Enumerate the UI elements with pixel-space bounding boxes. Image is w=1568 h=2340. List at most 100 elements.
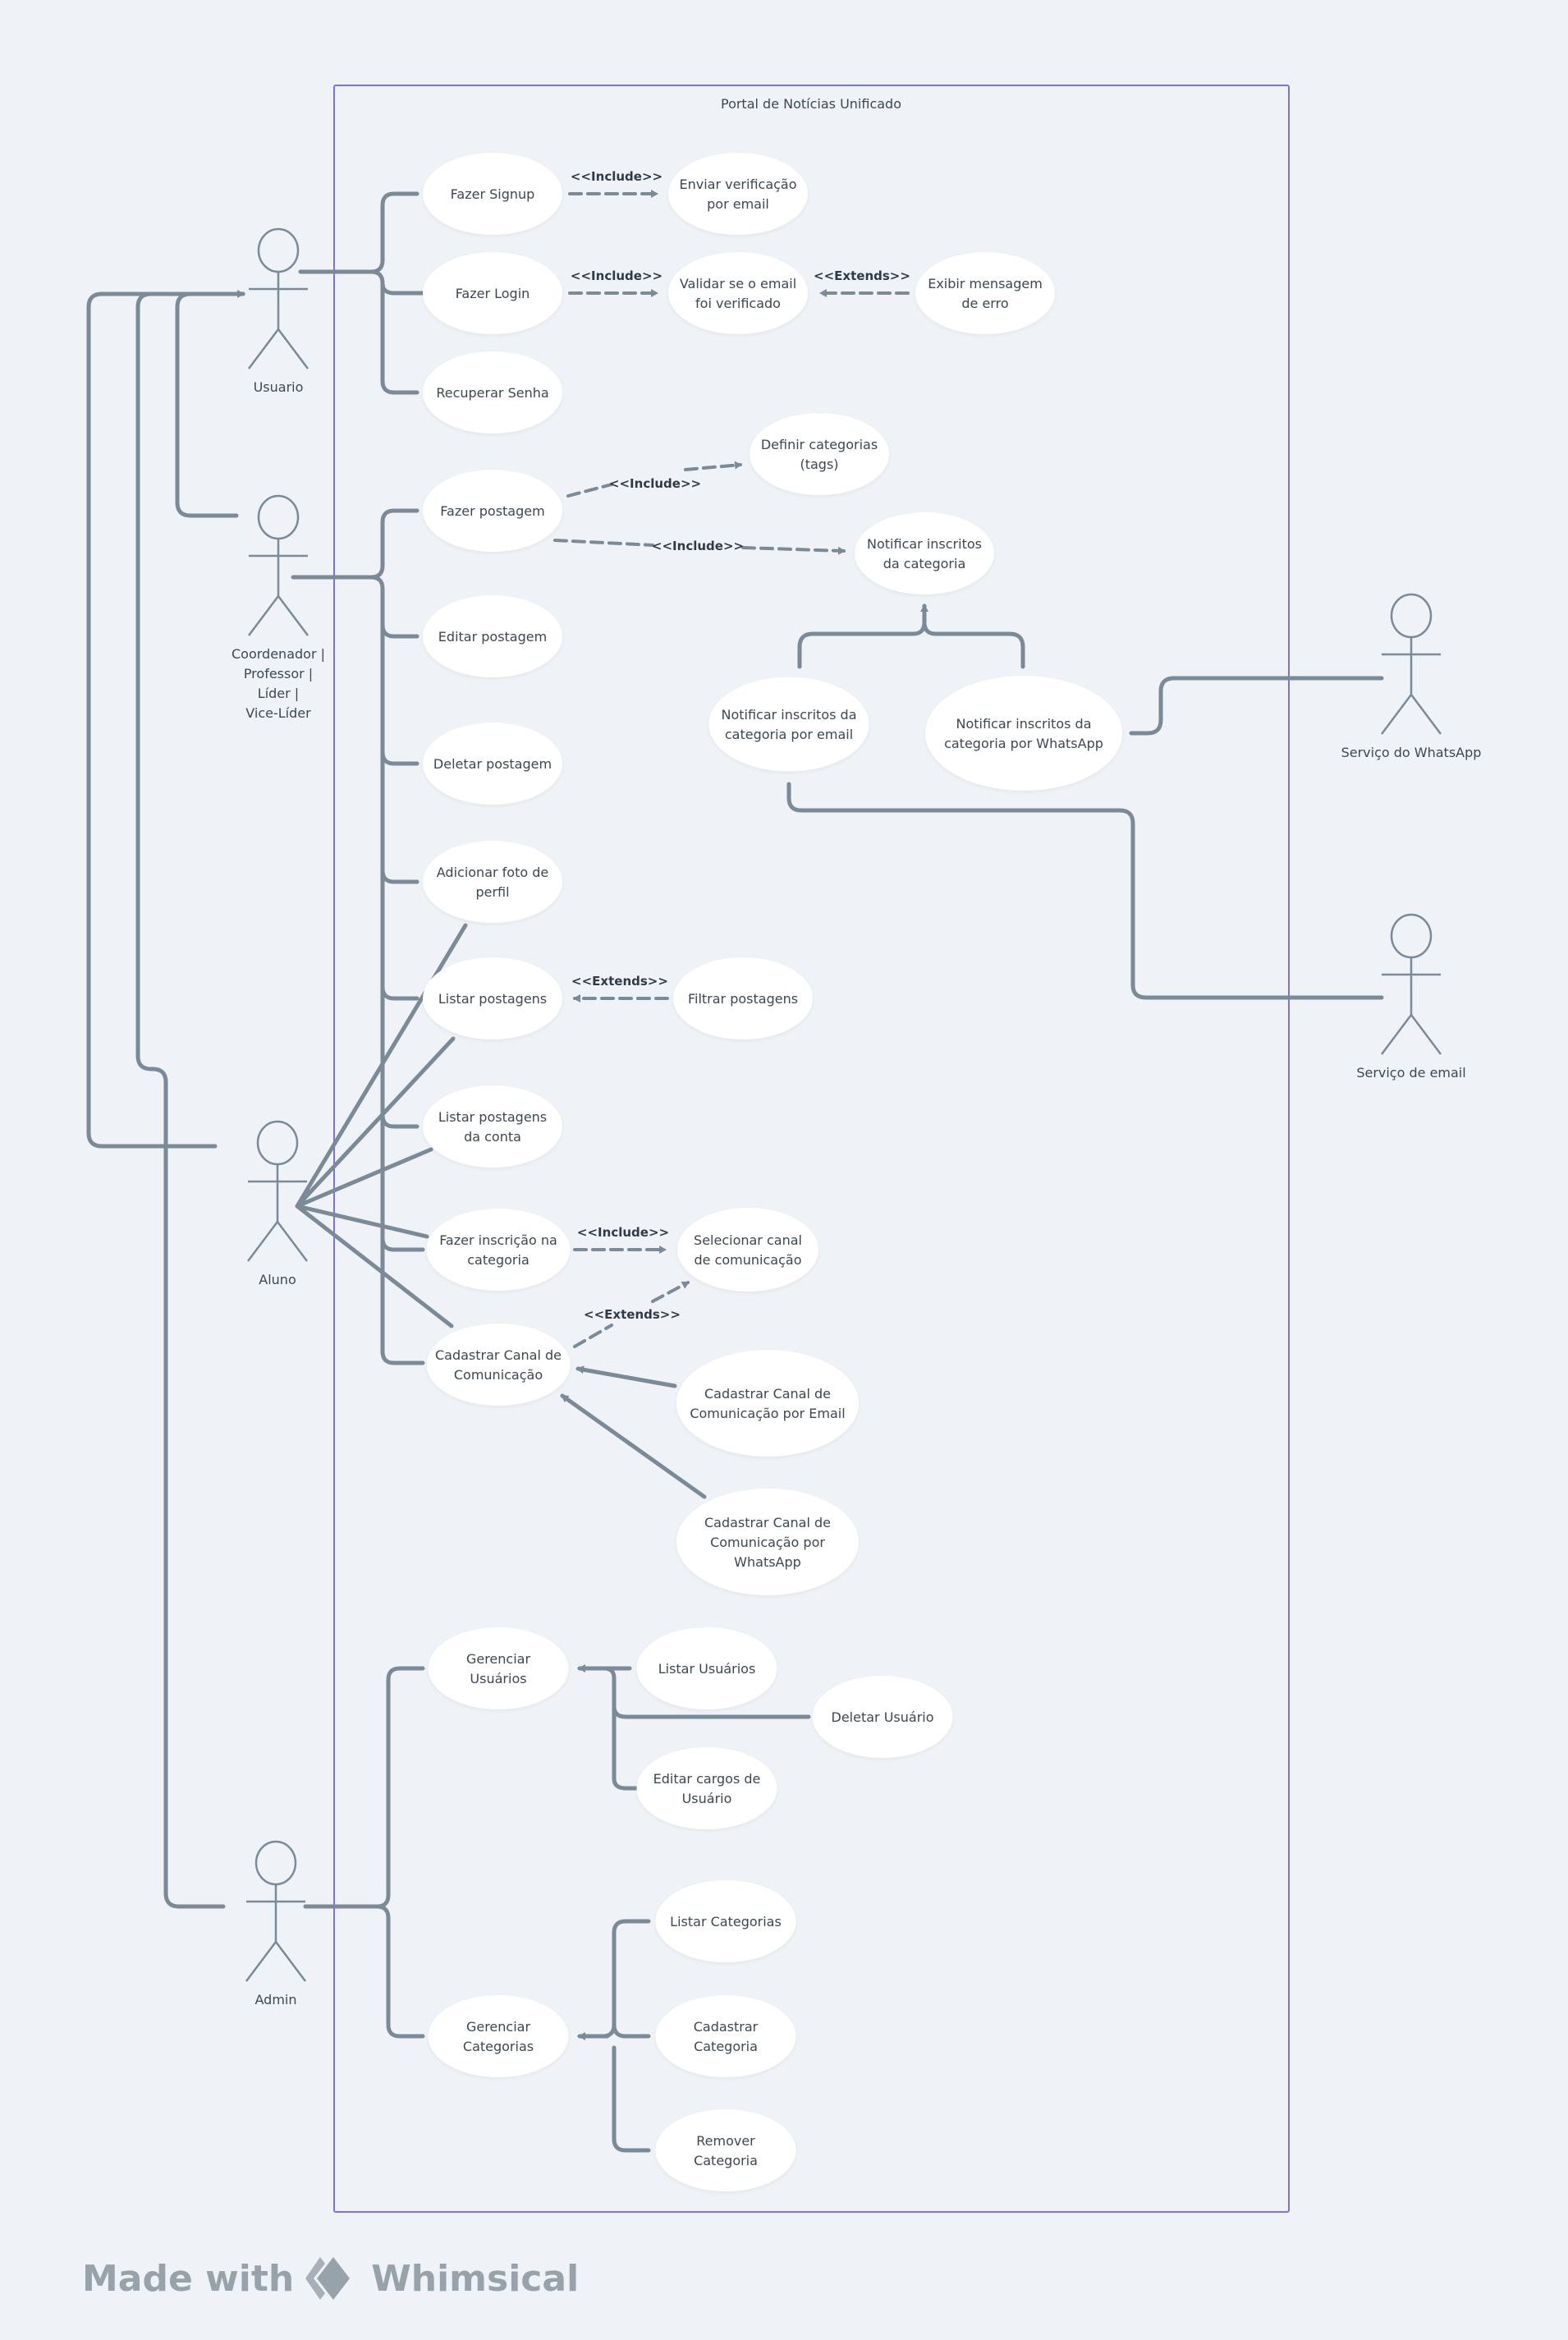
use-case-listar-cat[interactable]: Listar Categorias bbox=[655, 1880, 796, 1962]
usuario-branch bbox=[298, 191, 425, 395]
use-case-notif-email[interactable]: Notificar inscritos da categoria por emai… bbox=[708, 677, 869, 772]
use-case-ellipse bbox=[636, 1747, 777, 1829]
use-case-listar-conta[interactable]: Listar postagens da conta bbox=[423, 1085, 562, 1168]
relation-label: <<Include>> bbox=[609, 476, 701, 491]
use-case-label: Listar Usuários bbox=[658, 1661, 756, 1677]
use-case-definir-cat[interactable]: Definir categorias (tags) bbox=[750, 413, 889, 495]
use-case-label: Usuários bbox=[470, 1671, 526, 1686]
use-case-label: Cadastrar Canal de bbox=[704, 1515, 831, 1530]
use-case-label: Fazer Signup bbox=[451, 186, 535, 202]
stick-figure-icon bbox=[248, 494, 309, 636]
actor-label: Serviço do WhatsApp bbox=[1341, 745, 1482, 760]
actor-label: Admin bbox=[255, 1992, 297, 2007]
use-case-enviar-verif[interactable]: Enviar verificação por email bbox=[668, 153, 808, 235]
use-case-editar-cargos[interactable]: Editar cargos de Usuário bbox=[636, 1747, 777, 1829]
use-case-label: da conta bbox=[464, 1129, 521, 1145]
whimsical-logo-icon bbox=[305, 2257, 351, 2300]
use-case-cad-cat[interactable]: Cadastrar Categoria bbox=[655, 1995, 796, 2077]
use-case-login[interactable]: Fazer Login bbox=[423, 252, 562, 334]
use-case-cad-canal[interactable]: Cadastrar Canal de Comunicação bbox=[426, 1324, 571, 1406]
use-case-signup[interactable]: Fazer Signup bbox=[423, 153, 562, 235]
use-case-ellipse bbox=[708, 677, 869, 772]
use-case-label: Usuário bbox=[682, 1791, 732, 1806]
use-case-cad-whats[interactable]: Cadastrar Canal de Comunicação por WhatsAp… bbox=[676, 1489, 859, 1595]
use-case-notificar[interactable]: Notificar inscritos da categoria bbox=[855, 512, 994, 594]
use-case-label: Notificar inscritos bbox=[867, 536, 982, 552]
connectors bbox=[86, 191, 1384, 2153]
use-case-label: Deletar postagem bbox=[433, 756, 552, 772]
use-case-label: Cadastrar bbox=[694, 2019, 759, 2035]
use-case-label: Exibir mensagem bbox=[928, 276, 1043, 291]
use-case-ellipse bbox=[655, 2109, 796, 2191]
use-case-label: Fazer postagem bbox=[440, 503, 544, 519]
use-case-foto[interactable]: Adicionar foto de perfil bbox=[423, 841, 562, 923]
dashed-relations bbox=[553, 190, 910, 1348]
use-case-label: Editar cargos de bbox=[653, 1771, 761, 1787]
use-case-ger-usuarios[interactable]: Gerenciar Usuários bbox=[428, 1627, 569, 1709]
stick-figure-icon bbox=[247, 1120, 308, 1262]
relation-label: <<Extends>> bbox=[584, 1307, 681, 1322]
use-case-recuperar[interactable]: Recuperar Senha bbox=[423, 351, 562, 434]
use-case-label: Cadastrar Canal de bbox=[704, 1386, 831, 1402]
use-case-label: Gerenciar bbox=[466, 2019, 531, 2035]
use-case-editar-post[interactable]: Editar postagem bbox=[423, 595, 562, 677]
use-case-label: Comunicação bbox=[454, 1367, 543, 1383]
use-case-label: Categoria bbox=[694, 2039, 758, 2054]
use-case-inscricao[interactable]: Fazer inscrição na categoria bbox=[426, 1209, 571, 1291]
use-case-rem-cat[interactable]: Remover Categoria bbox=[655, 2109, 796, 2191]
use-case-deletar-usuario[interactable]: Deletar Usuário bbox=[812, 1676, 953, 1758]
use-case-ellipse bbox=[428, 1627, 569, 1709]
email-link bbox=[786, 782, 1384, 1000]
use-case-label: (tags) bbox=[800, 457, 838, 472]
use-case-postagem[interactable]: Fazer postagem bbox=[423, 470, 562, 552]
stick-figure-icon bbox=[1381, 593, 1442, 735]
use-case-label: por email bbox=[707, 196, 769, 212]
use-case-label: Enviar verificação bbox=[679, 177, 796, 192]
use-case-label: Listar postagens bbox=[438, 1109, 547, 1125]
actor-coordenador[interactable]: Coordenador | Professor | Líder | Vice-Líde… bbox=[232, 494, 325, 721]
use-case-ellipse bbox=[925, 676, 1122, 791]
use-case-ger-cat[interactable]: Gerenciar Categorias bbox=[428, 1995, 569, 2077]
use-case-label: WhatsApp bbox=[734, 1554, 801, 1570]
use-case-label: Comunicação por bbox=[710, 1535, 825, 1550]
use-case-label: Categorias bbox=[463, 2039, 534, 2054]
use-case-ellipse bbox=[750, 413, 889, 495]
relation-label: <<Include>> bbox=[652, 539, 744, 553]
use-case-ellipse bbox=[915, 252, 1055, 334]
admin-branch bbox=[303, 1666, 425, 2039]
track-coord-usuario bbox=[175, 290, 245, 518]
footer-watermark[interactable]: Made with Whimsical bbox=[82, 2254, 579, 2303]
actor-admin[interactable]: Admin bbox=[245, 1840, 306, 2007]
actor-label: Líder | bbox=[258, 686, 299, 701]
stick-figure-icon bbox=[1381, 913, 1442, 1055]
use-case-label: Fazer Login bbox=[456, 286, 530, 301]
use-case-label: Recuperar Senha bbox=[436, 385, 548, 401]
use-case-label: categoria bbox=[467, 1252, 530, 1268]
use-case-label: perfil bbox=[475, 884, 509, 900]
use-case-listar-usuarios[interactable]: Listar Usuários bbox=[636, 1627, 777, 1709]
use-case-label: categoria por WhatsApp bbox=[944, 736, 1103, 751]
actor-usuario[interactable]: Usuario bbox=[248, 227, 309, 395]
use-case-label: Notificar inscritos da bbox=[956, 716, 1091, 732]
use-case-label: de comunicação bbox=[695, 1252, 802, 1268]
use-case-deletar-post[interactable]: Deletar postagem bbox=[423, 723, 562, 805]
actor-label: Coordenador | bbox=[232, 646, 325, 662]
notify-generalization bbox=[797, 603, 1025, 669]
track-admin-usuario bbox=[135, 291, 245, 1909]
use-case-erro[interactable]: Exibir mensagem de erro bbox=[915, 252, 1055, 334]
use-case-label: Adicionar foto de bbox=[437, 865, 548, 880]
use-case-cad-email[interactable]: Cadastrar Canal de Comunicação por Email bbox=[676, 1350, 859, 1457]
use-case-ellipse bbox=[676, 1350, 859, 1457]
use-case-ellipse bbox=[426, 1324, 571, 1406]
use-case-selecionar[interactable]: Selecionar canal de comunicação bbox=[677, 1208, 818, 1292]
use-case-label: Comunicação por Email bbox=[690, 1406, 845, 1421]
use-case-notif-whats[interactable]: Notificar inscritos da categoria por What… bbox=[925, 676, 1122, 791]
relation-label: <<Include>> bbox=[571, 268, 663, 283]
use-case-listar-post[interactable]: Listar postagens bbox=[423, 957, 562, 1039]
relation-label: <<Include>> bbox=[571, 169, 663, 184]
use-case-validar[interactable]: Validar se o email foi verificado bbox=[668, 252, 808, 334]
use-case-filtrar[interactable]: Filtrar postagens bbox=[673, 957, 813, 1039]
track-aluno-usuario bbox=[86, 291, 245, 1149]
use-case-label: Filtrar postagens bbox=[688, 991, 798, 1007]
use-case-label: Fazer inscrição na bbox=[439, 1232, 557, 1248]
